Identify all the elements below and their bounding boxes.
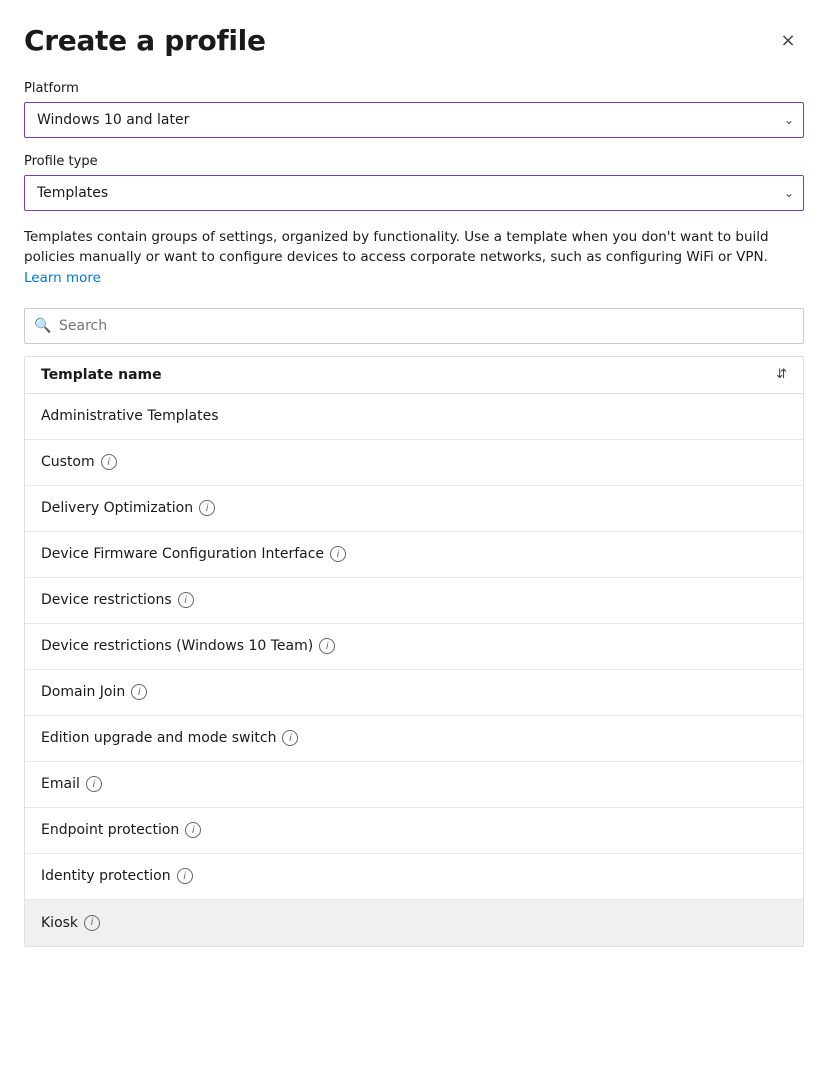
platform-select[interactable]: Windows 10 and later: [24, 102, 804, 138]
table-row[interactable]: Administrative Templates: [25, 394, 803, 440]
info-icon[interactable]: i: [199, 500, 215, 516]
platform-field-group: Platform Windows 10 and later ⌄: [24, 81, 804, 138]
search-wrapper: 🔍: [24, 308, 804, 344]
learn-more-link[interactable]: Learn more: [24, 270, 101, 286]
create-profile-panel: Create a profile × Platform Windows 10 a…: [0, 0, 828, 1066]
info-icon[interactable]: i: [178, 592, 194, 608]
platform-select-wrapper: Windows 10 and later ⌄: [24, 102, 804, 138]
profile-type-label: Profile type: [24, 154, 804, 169]
platform-label: Platform: [24, 81, 804, 96]
profile-type-select[interactable]: Templates: [24, 175, 804, 211]
row-name: Device Firmware Configuration Interface: [41, 546, 324, 562]
row-name: Kiosk: [41, 915, 78, 931]
table-row[interactable]: Device restrictions i: [25, 578, 803, 624]
row-name: Custom: [41, 454, 95, 470]
table-row[interactable]: Delivery Optimization i: [25, 486, 803, 532]
row-name: Delivery Optimization: [41, 500, 193, 516]
row-content: Customi: [41, 454, 117, 470]
panel-body: Platform Windows 10 and later ⌄ Profile …: [0, 73, 828, 971]
row-content: Identity protection i: [41, 868, 193, 884]
row-content: Device restrictions i: [41, 592, 194, 608]
table-row[interactable]: Domain Join i: [25, 670, 803, 716]
search-input[interactable]: [24, 308, 804, 344]
row-name: Domain Join: [41, 684, 125, 700]
template-table: Template name ⇵ Administrative Templates…: [24, 356, 804, 947]
row-content: Administrative Templates: [41, 408, 219, 424]
row-content: Device Firmware Configuration Interface i: [41, 546, 346, 562]
description-text: Templates contain groups of settings, or…: [24, 227, 804, 288]
row-content: Emaili: [41, 776, 102, 792]
row-name: Identity protection: [41, 868, 171, 884]
info-icon[interactable]: i: [282, 730, 298, 746]
row-name: Device restrictions: [41, 592, 172, 608]
sort-icon[interactable]: ⇵: [776, 367, 787, 382]
info-icon[interactable]: i: [101, 454, 117, 470]
row-content: Domain Join i: [41, 684, 147, 700]
table-row[interactable]: Device restrictions (Windows 10 Team) i: [25, 624, 803, 670]
info-icon[interactable]: i: [319, 638, 335, 654]
row-content: Endpoint protection i: [41, 822, 201, 838]
table-row[interactable]: Edition upgrade and mode switch i: [25, 716, 803, 762]
table-row[interactable]: Emaili: [25, 762, 803, 808]
info-icon[interactable]: i: [330, 546, 346, 562]
row-name: Email: [41, 776, 80, 792]
panel-header: Create a profile ×: [0, 0, 828, 73]
table-row[interactable]: Kioski: [25, 900, 803, 946]
table-row[interactable]: Customi: [25, 440, 803, 486]
panel-title: Create a profile: [24, 24, 266, 57]
table-row[interactable]: Identity protection i: [25, 854, 803, 900]
table-header-row: Template name ⇵: [25, 357, 803, 394]
table-row[interactable]: Device Firmware Configuration Interface i: [25, 532, 803, 578]
row-content: Kioski: [41, 915, 100, 931]
table-rows-container: Administrative TemplatesCustomiDelivery …: [25, 394, 803, 946]
info-icon[interactable]: i: [177, 868, 193, 884]
profile-type-select-wrapper: Templates ⌄: [24, 175, 804, 211]
table-row[interactable]: Endpoint protection i: [25, 808, 803, 854]
info-icon[interactable]: i: [185, 822, 201, 838]
row-name: Edition upgrade and mode switch: [41, 730, 276, 746]
row-content: Delivery Optimization i: [41, 500, 215, 516]
row-name: Endpoint protection: [41, 822, 179, 838]
info-icon[interactable]: i: [131, 684, 147, 700]
template-name-column-header: Template name: [41, 367, 162, 383]
info-icon[interactable]: i: [86, 776, 102, 792]
description-text-before-link: Templates contain groups of settings, or…: [24, 229, 769, 265]
row-content: Edition upgrade and mode switch i: [41, 730, 298, 746]
row-name: Administrative Templates: [41, 408, 219, 424]
profile-type-field-group: Profile type Templates ⌄: [24, 154, 804, 211]
close-button[interactable]: ×: [772, 25, 804, 57]
row-name: Device restrictions (Windows 10 Team): [41, 638, 313, 654]
row-content: Device restrictions (Windows 10 Team) i: [41, 638, 335, 654]
info-icon[interactable]: i: [84, 915, 100, 931]
